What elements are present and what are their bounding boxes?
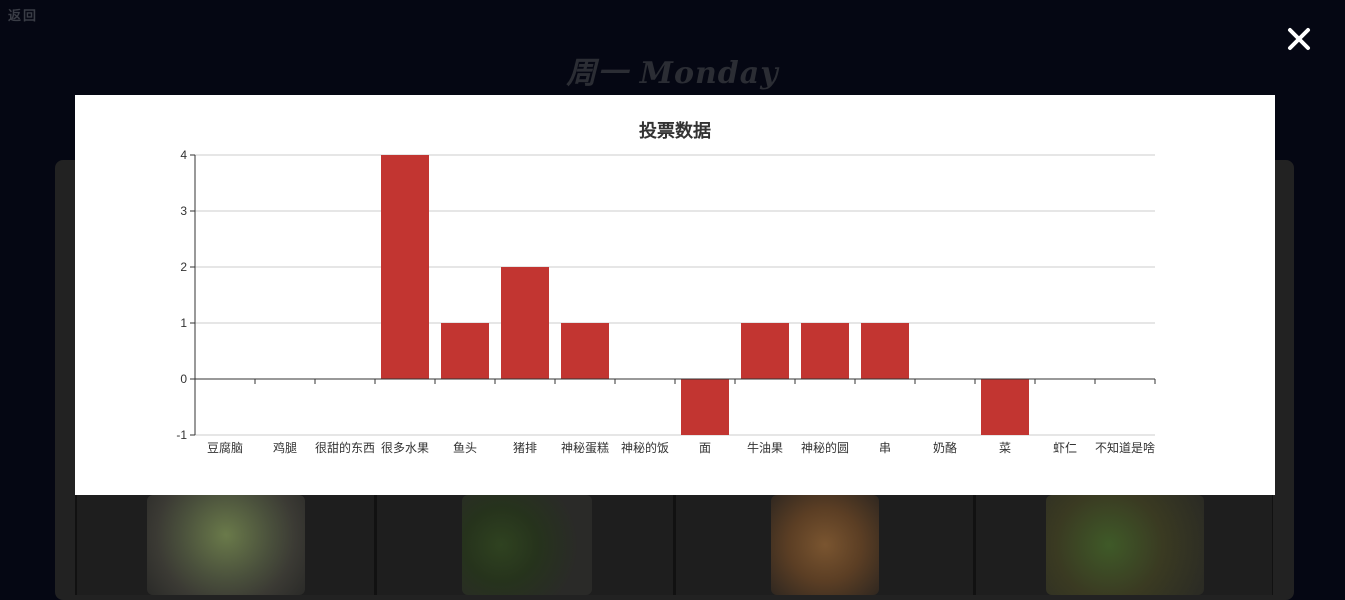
- x-tick-label: 神秘的饭: [621, 440, 669, 455]
- x-tick-label: 菜: [999, 441, 1011, 455]
- food-card[interactable]: [674, 495, 974, 595]
- x-tick-label: 奶酪: [933, 440, 957, 455]
- bar: [801, 323, 849, 379]
- bar: [681, 379, 729, 435]
- food-image: [771, 495, 879, 595]
- x-tick-label: 很多水果: [381, 441, 429, 455]
- x-tick-label: 猪排: [513, 441, 537, 455]
- bar: [561, 323, 609, 379]
- y-tick-label: 2: [180, 260, 187, 274]
- bar: [501, 267, 549, 379]
- food-card-row: [75, 495, 1273, 595]
- chart-modal: 投票数据 -1 0 1 2 3 4 豆腐脑 鸡腿 很甜的东西 很多水果 鱼头 猪排 神秘蛋糕 神秘的饭面牛…: [75, 95, 1275, 495]
- back-link[interactable]: 返回: [8, 5, 38, 24]
- y-tick-label: 4: [180, 148, 187, 162]
- x-tick-label: 很甜的东西: [315, 440, 375, 455]
- x-tick-label: 牛油果: [747, 440, 783, 455]
- vote-bar-chart: -1 0 1 2 3 4 豆腐脑 鸡腿 很甜的东西 很多水果 鱼头 猪排 神秘蛋糕 神秘的饭 面 牛油果 神秘的…: [176, 148, 1156, 455]
- food-card[interactable]: [973, 495, 1273, 595]
- food-image: [147, 495, 305, 595]
- y-tick-label: -1: [176, 428, 187, 442]
- food-card[interactable]: [374, 495, 674, 595]
- food-image: [1045, 495, 1204, 595]
- x-tick-label: 神秘蛋糕: [561, 441, 609, 455]
- bar: [381, 155, 429, 379]
- bar: [441, 323, 489, 379]
- x-tick-label: 豆腐脑: [207, 440, 243, 455]
- food-card[interactable]: [75, 495, 375, 595]
- close-icon: [1288, 28, 1310, 50]
- bar: [741, 323, 789, 379]
- x-tick-label: 面: [699, 441, 711, 455]
- x-tick-label: 串: [879, 441, 891, 455]
- y-tick-label: 3: [180, 204, 187, 218]
- x-tick-label: 鸡腿: [273, 440, 297, 455]
- x-tick-label: 不知道是啥: [1095, 440, 1155, 455]
- close-button[interactable]: [1284, 24, 1314, 54]
- food-image: [461, 495, 592, 595]
- x-tick-label: 神秘的圆: [801, 440, 849, 455]
- page-heading: 周一 Monday: [566, 56, 779, 91]
- bar: [981, 379, 1029, 435]
- y-tick-label: 0: [180, 372, 187, 386]
- x-tick-label: 虾仁: [1053, 441, 1077, 455]
- y-tick-label: 1: [180, 316, 187, 330]
- x-tick-label: 鱼头: [453, 441, 477, 455]
- bar: [861, 323, 909, 379]
